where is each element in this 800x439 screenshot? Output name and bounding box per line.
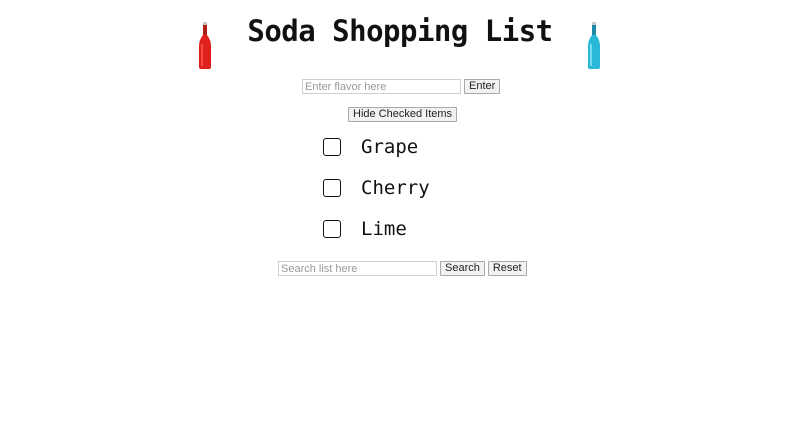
hide-checked-row: Hide Checked Items xyxy=(348,104,458,122)
blue-soda-bottle-icon xyxy=(588,22,600,69)
item-checkbox[interactable] xyxy=(323,138,341,156)
reset-button[interactable]: Reset xyxy=(487,261,527,276)
item-label: Cherry xyxy=(361,177,430,199)
list-item: Grape xyxy=(323,136,430,158)
item-checkbox[interactable] xyxy=(323,179,341,197)
shopping-list: Grape Cherry Lime xyxy=(323,136,430,259)
flavor-input[interactable] xyxy=(302,79,461,94)
page-title: Soda Shopping List xyxy=(247,14,553,48)
flavor-form: Enter xyxy=(302,79,501,94)
search-input[interactable] xyxy=(278,261,437,276)
item-checkbox[interactable] xyxy=(323,220,341,238)
list-item: Lime xyxy=(323,218,430,240)
hide-checked-items-button[interactable]: Hide Checked Items xyxy=(348,107,458,122)
list-item: Cherry xyxy=(323,177,430,199)
page: Soda Shopping List Enter Hide Checked It… xyxy=(0,0,800,439)
enter-button[interactable]: Enter xyxy=(464,79,501,94)
item-label: Grape xyxy=(361,136,419,158)
header: Soda Shopping List xyxy=(0,0,800,75)
item-label: Lime xyxy=(361,218,407,240)
search-form: Search Reset xyxy=(278,261,527,276)
search-button[interactable]: Search xyxy=(440,261,485,276)
